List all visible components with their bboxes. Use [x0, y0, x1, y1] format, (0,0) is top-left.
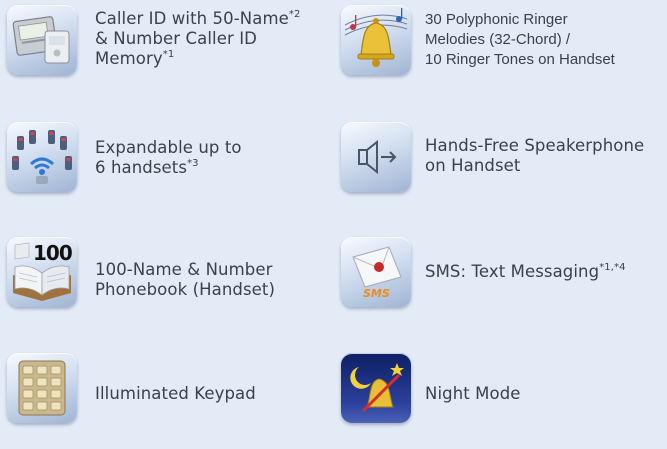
ringer-line-3: 10 Ringer Tones on Handset [425, 51, 615, 68]
caller-id-icon [7, 5, 77, 75]
handsets-line-2: 6 handsets*3 [95, 157, 199, 177]
phonebook-icon: 100 [7, 237, 77, 307]
features-page: { "features": [ { "id": "caller-id", "ic… [0, 0, 667, 449]
night-bell-icon [341, 353, 411, 423]
caller-id-line-2: & Number Caller ID [95, 29, 257, 48]
envelope-icon: SMS [341, 237, 411, 307]
speaker-icon [341, 122, 411, 192]
phonebook-line-2: Phonebook (Handset) [95, 280, 276, 299]
keypad-icon [7, 353, 77, 423]
bell-icon [341, 5, 411, 75]
keypad-line-1: Illuminated Keypad [95, 384, 256, 403]
ringer-line-2: Melodies (32-Chord) / [425, 31, 571, 48]
caller-id-line-3: Memory*1 [95, 48, 175, 68]
speakerphone-line-1: Hands-Free Speakerphone [425, 136, 645, 155]
ringer-line-1: 30 Polyphonic Ringer [425, 11, 568, 28]
handsets-network-icon [7, 122, 77, 192]
night-mode-line-1: Night Mode [425, 384, 521, 403]
phonebook-badge: 100 [33, 241, 73, 265]
handsets-line-1: Expandable up to [95, 138, 242, 157]
caller-id-line-1: Caller ID with 50-Name*2 [95, 8, 301, 28]
sms-badge: SMS [363, 287, 390, 300]
sms-line-1: SMS: Text Messaging*1,*4 [425, 261, 626, 281]
phonebook-line-1: 100-Name & Number [95, 260, 273, 279]
speakerphone-line-2: on Handset [425, 156, 521, 175]
